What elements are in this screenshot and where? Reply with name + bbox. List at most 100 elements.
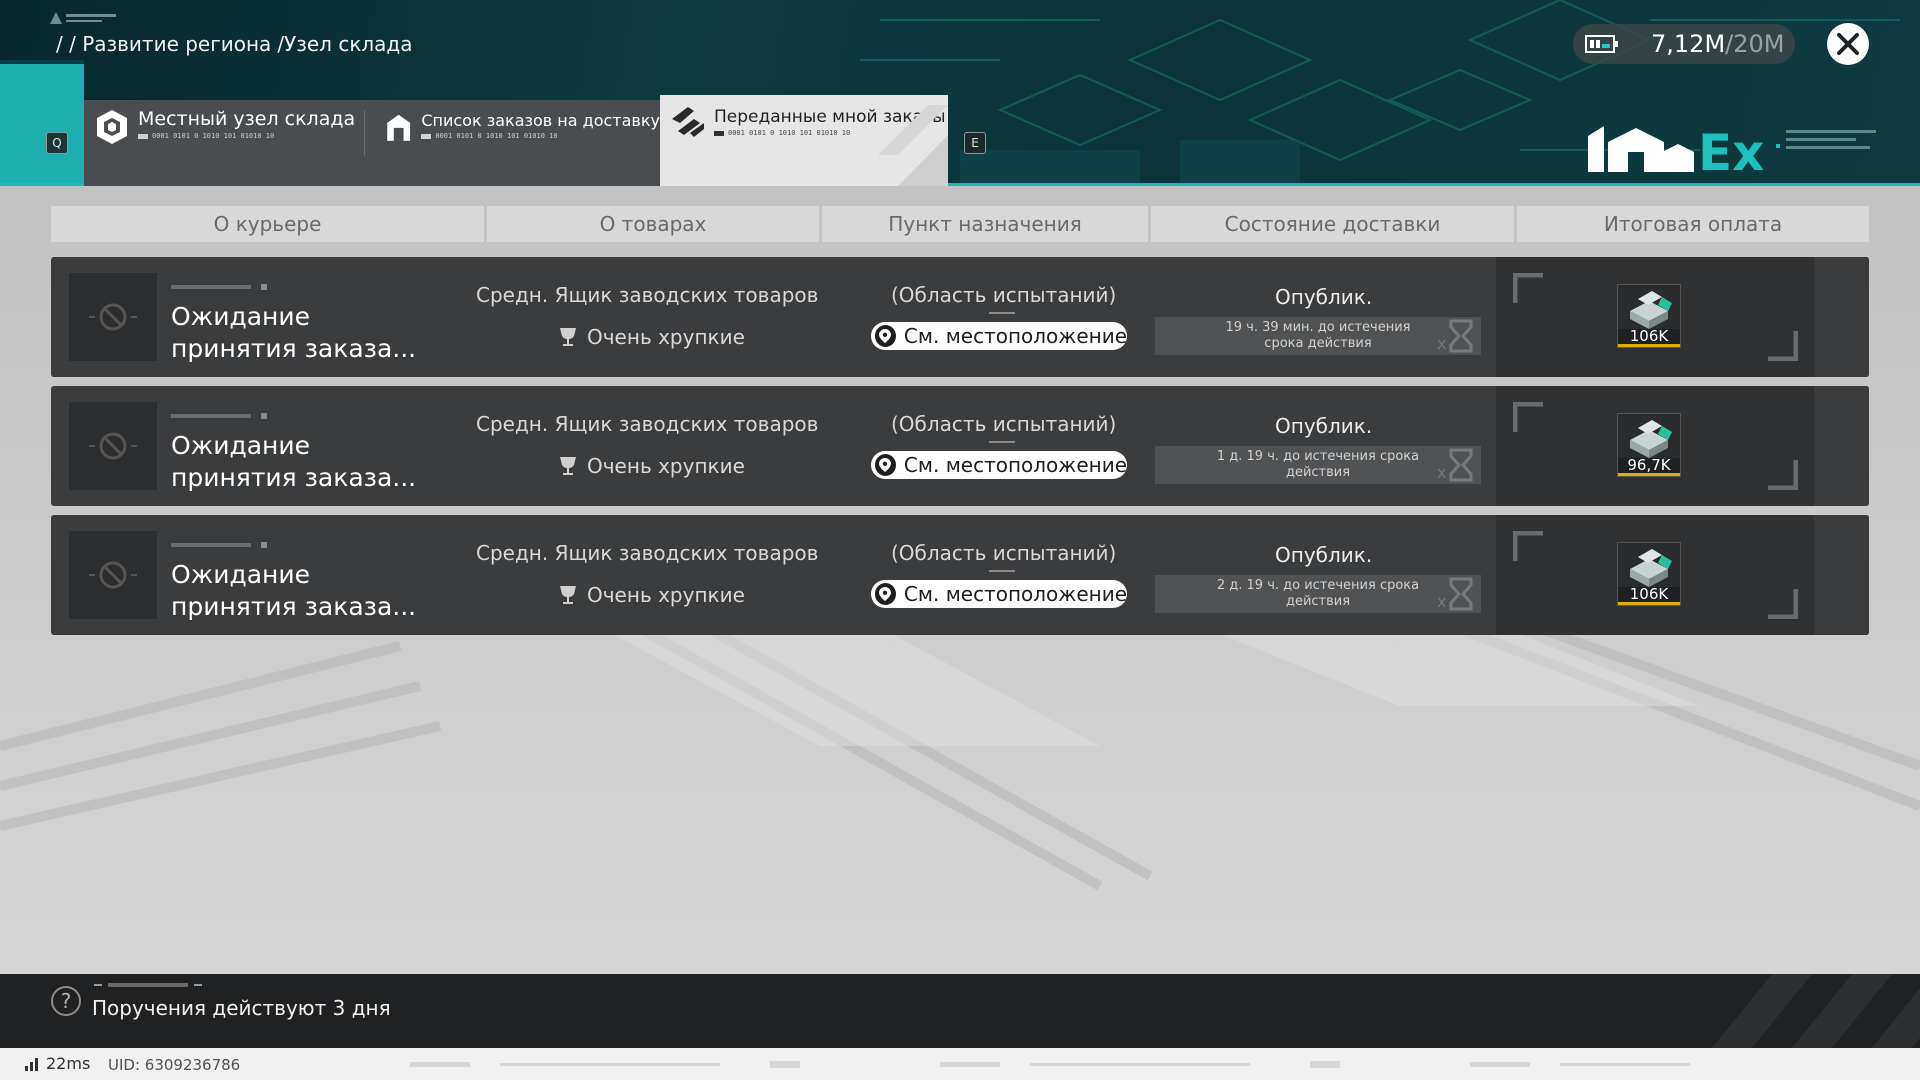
breadcrumb: / / Развитие региона /Узел склада <box>56 32 413 56</box>
footer-code-decoration <box>94 983 202 987</box>
battery-currency-icon <box>1585 35 1618 53</box>
ping-value: 22ms <box>46 1054 91 1073</box>
courier-avatar-placeholder <box>69 531 157 619</box>
orders-validity-note: Поручения действуют 3 дня <box>92 996 391 1020</box>
currency-max: /20M <box>1725 30 1785 58</box>
hourglass-icon: x <box>1437 448 1473 482</box>
location-pin-icon <box>875 583 896 605</box>
payment-side-strip <box>1814 515 1869 635</box>
goods-attribute: Очень хрупкие <box>559 583 745 607</box>
courier-avatar-placeholder <box>69 273 157 361</box>
help-icon[interactable]: ? <box>51 986 81 1016</box>
corner-bracket-decoration <box>1513 402 1543 432</box>
tab-delivery-orders-list[interactable]: Список заказов на доставку 0001 0101 0 1… <box>374 100 660 186</box>
svg-text:x: x <box>1437 592 1446 611</box>
destination-area: (Область испытаний) <box>891 412 1117 436</box>
goods-name: Средн. Ящик заводских товаров <box>476 283 819 307</box>
view-location-label: См. местоположение <box>903 324 1127 348</box>
destination-area: (Область испытаний) <box>891 283 1117 307</box>
hourglass-icon: x <box>1437 577 1473 611</box>
payment-reward-item[interactable]: 106K <box>1617 542 1681 606</box>
goods-attribute-text: Очень хрупкие <box>587 583 745 607</box>
goods-attribute: Очень хрупкие <box>559 454 745 478</box>
reward-crate-icon <box>1630 291 1672 329</box>
payment-value: 106K <box>1629 585 1669 603</box>
order-row[interactable]: Ожидание принятия заказа... Средн. Ящик … <box>51 515 1869 635</box>
delivery-status: Опублик. <box>1275 285 1373 309</box>
tab-label: Местный узел склада <box>138 108 356 130</box>
courier-status: Ожидание принятия заказа... <box>171 560 417 621</box>
tab-code: 0001 0101 0 1010 101 01010 10 <box>138 132 355 140</box>
goods-attribute-text: Очень хрупкие <box>587 454 745 478</box>
tab-code: 0001 0101 0 1010 101 01010 10 <box>421 132 660 140</box>
courier-status: Ожидание принятия заказа... <box>171 431 417 492</box>
corner-bracket-decoration <box>1768 589 1798 619</box>
reward-crate-icon <box>1630 420 1672 458</box>
breadcrumb-region[interactable]: / / Развитие региона <box>56 32 271 56</box>
view-location-label: См. местоположение <box>903 453 1127 477</box>
tab-prev-key[interactable]: Q <box>46 132 68 154</box>
location-pin-icon <box>875 325 896 347</box>
payment-reward-item[interactable]: 106K <box>1617 284 1681 348</box>
delivery-house-icon <box>387 114 411 141</box>
warehouse-node-icon <box>97 110 127 144</box>
svg-text:x: x <box>1437 334 1446 353</box>
courier-code-decoration <box>171 542 267 548</box>
tab-label: Список заказов на доставку <box>421 111 660 130</box>
no-courier-icon <box>89 432 137 460</box>
close-button[interactable] <box>1827 23 1869 65</box>
payment-value: 106K <box>1629 327 1669 345</box>
dijiang-ex-logo: Ex <box>1588 124 1876 174</box>
table-header: О курьере О товарах Пункт назначения Сос… <box>51 206 1869 242</box>
tab-my-submitted-orders[interactable]: Переданные мной заказы 0001 0101 0 1010 … <box>660 95 948 186</box>
corner-bracket-decoration <box>1513 531 1543 561</box>
view-location-button[interactable]: См. местоположение <box>871 322 1127 350</box>
statusbar-pattern-decoration <box>410 1061 1690 1068</box>
column-header-destination: Пункт назначения <box>822 206 1148 242</box>
goods-name: Средн. Ящик заводских товаров <box>476 541 819 565</box>
courier-code-decoration <box>171 284 267 290</box>
payment-side-strip <box>1814 386 1869 506</box>
goods-name: Средн. Ящик заводских товаров <box>476 412 819 436</box>
corner-bracket-decoration <box>1768 460 1798 490</box>
system-status-bar: 22ms UID: 6309236786 <box>0 1048 1920 1080</box>
no-courier-icon <box>89 303 137 331</box>
delivery-status: Опублик. <box>1275 414 1373 438</box>
courier-avatar-placeholder <box>69 402 157 490</box>
footer-info-bar: ? Поручения действуют 3 дня <box>0 974 1920 1048</box>
tab-divider <box>364 110 365 156</box>
currency-current: 7,12M <box>1651 30 1726 58</box>
payment-value: 96,7K <box>1627 456 1671 474</box>
network-ping: 22ms <box>25 1054 90 1073</box>
footer-stripe-decoration <box>1712 974 1920 1048</box>
goods-attribute: Очень хрупкие <box>559 325 745 349</box>
payment-side-strip <box>1814 257 1869 377</box>
signal-strength-icon <box>25 1057 38 1071</box>
view-location-button[interactable]: См. местоположение <box>871 580 1127 608</box>
corner-bracket-decoration <box>1768 331 1798 361</box>
no-courier-icon <box>89 561 137 589</box>
column-header-delivery-status: Состояние доставки <box>1151 206 1514 242</box>
column-header-total-payment: Итоговая оплата <box>1517 206 1869 242</box>
breadcrumb-warehouse-node: /Узел склада <box>277 32 413 56</box>
payment-reward-item[interactable]: 96,7K <box>1617 413 1681 477</box>
tab-local-warehouse-node[interactable]: Местный узел склада 0001 0101 0 1010 101… <box>84 100 364 186</box>
order-row[interactable]: Ожидание принятия заказа... Средн. Ящик … <box>51 386 1869 506</box>
order-row[interactable]: Ожидание принятия заказа... Средн. Ящик … <box>51 257 1869 377</box>
top-header: / / Развитие региона /Узел склада 7,12M /… <box>0 0 1920 186</box>
logo-text: Ex <box>1698 124 1764 174</box>
destination-underline <box>989 312 1015 314</box>
destination-area: (Область испытаний) <box>891 541 1117 565</box>
view-location-button[interactable]: См. местоположение <box>871 451 1127 479</box>
expiry-info: 2 д. 19 ч. до истечения срока действия <box>1155 575 1481 613</box>
destination-underline <box>989 441 1015 443</box>
column-header-goods: О товарах <box>487 206 819 242</box>
hourglass-icon: x <box>1437 319 1473 353</box>
reward-crate-icon <box>1630 549 1672 587</box>
tab-next-key[interactable]: E <box>964 132 986 154</box>
close-icon <box>1837 33 1859 55</box>
fragile-glass-icon <box>560 328 576 346</box>
fragile-glass-icon <box>560 457 576 475</box>
location-pin-icon <box>875 454 896 476</box>
goods-attribute-text: Очень хрупкие <box>587 325 745 349</box>
